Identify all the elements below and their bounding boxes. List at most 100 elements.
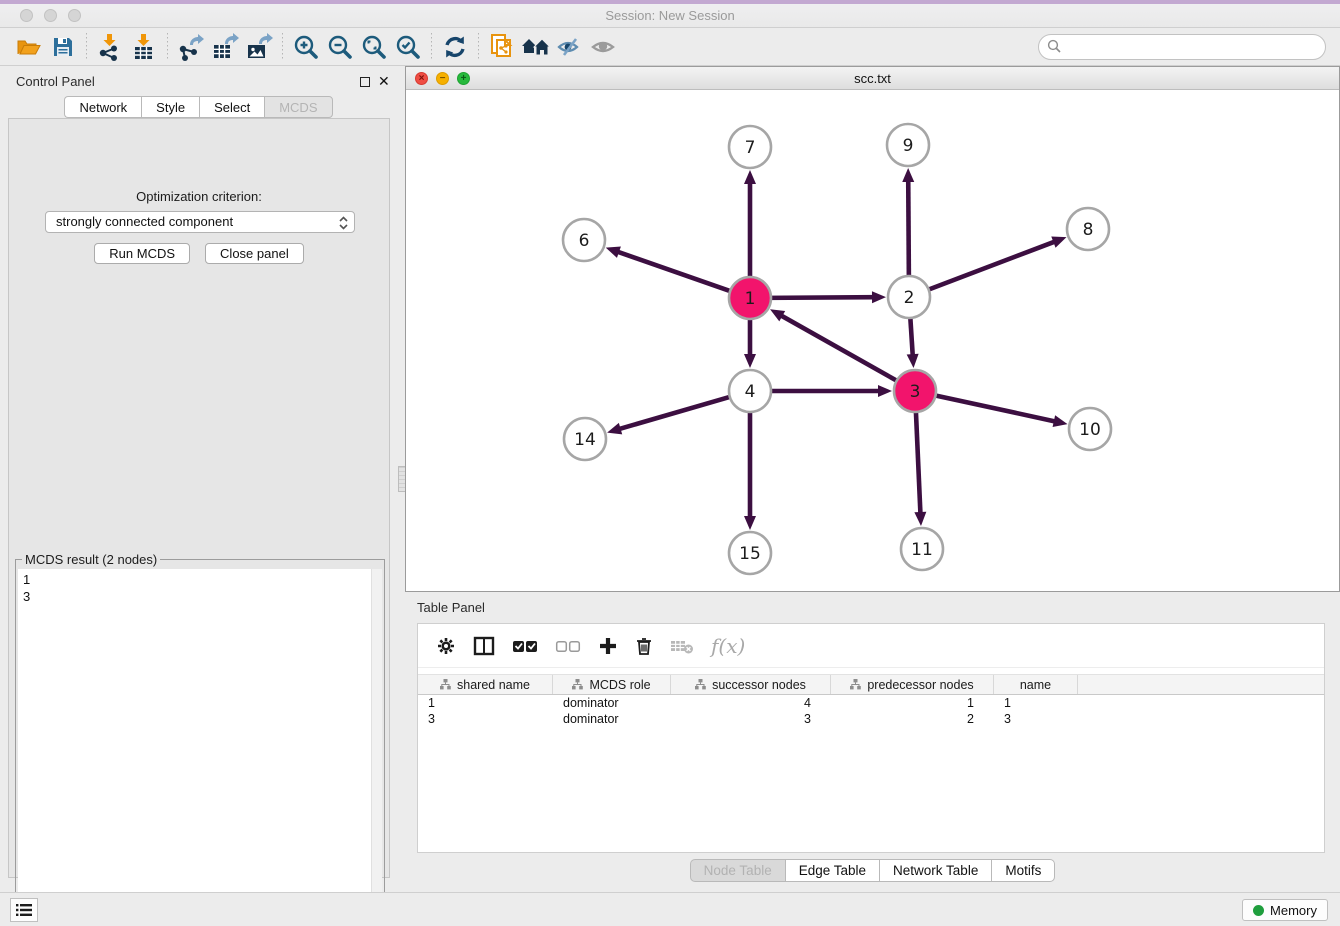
network-canvas-svg[interactable]: 7968124314101511 — [406, 91, 1339, 591]
tab-edge-table[interactable]: Edge Table — [785, 859, 879, 882]
export-table-button[interactable] — [208, 32, 242, 62]
node-table: shared nameMCDS role successor nodes prede… — [418, 674, 1324, 727]
graph-edge-3-1[interactable] — [780, 315, 899, 382]
tab-select[interactable]: Select — [199, 96, 264, 118]
run-mcds-button[interactable]: Run MCDS — [94, 243, 190, 264]
table-content: f(x) shared nameMCDS role successor nodes… — [417, 623, 1325, 853]
table-cell: 3 — [671, 711, 831, 727]
toolbar-separator — [86, 33, 87, 61]
graph-node-label: 6 — [579, 231, 590, 251]
refresh-layout-button[interactable] — [438, 32, 472, 62]
table-panel: Table Panel ✕ — [405, 595, 1340, 888]
graph-edge-arrowhead — [878, 385, 892, 397]
delete-table-icon[interactable] — [670, 637, 694, 655]
function-builder-icon[interactable]: f(x) — [711, 634, 745, 658]
column-settings-icon[interactable] — [436, 636, 456, 656]
table-cell: 3 — [418, 711, 553, 727]
network-window-titlebar[interactable]: × − + scc.txt — [406, 67, 1339, 90]
table-row[interactable]: 3dominator323 — [418, 711, 1324, 727]
save-icon — [52, 35, 74, 59]
table-cell: dominator — [553, 695, 671, 711]
graph-node-label: 8 — [1083, 220, 1094, 240]
delete-column-icon[interactable] — [635, 636, 653, 656]
open-file-button[interactable] — [12, 32, 46, 62]
hide-selected-button[interactable] — [553, 32, 587, 62]
zoom-in-icon — [293, 34, 319, 60]
export-image-button[interactable] — [242, 32, 276, 62]
search-box — [1038, 34, 1326, 60]
optimization-criterion-dropdown[interactable]: strongly connected component — [45, 211, 355, 233]
select-all-rows-icon[interactable] — [512, 637, 538, 655]
dropdown-value: strongly connected component — [56, 214, 233, 229]
graph-edge-arrowhead — [914, 512, 926, 526]
graph-node-label: 15 — [739, 544, 761, 564]
table-cell: dominator — [553, 711, 671, 727]
clone-network-button[interactable] — [485, 32, 519, 62]
graph-edge-4-14[interactable] — [619, 396, 733, 429]
houses-icon — [521, 35, 551, 59]
import-network-button[interactable] — [93, 32, 127, 62]
close-panel-icon[interactable]: ✕ — [378, 74, 390, 88]
eye-icon — [590, 35, 618, 59]
tab-node-table[interactable]: Node Table — [690, 859, 785, 882]
table-row[interactable]: 1dominator411 — [418, 695, 1324, 711]
tab-network-table[interactable]: Network Table — [879, 859, 991, 882]
graph-edge-arrowhead — [907, 354, 919, 368]
column-header-name[interactable]: name — [994, 675, 1078, 694]
column-layout-icon[interactable] — [473, 636, 495, 656]
export-network-button[interactable] — [174, 32, 208, 62]
tab-network[interactable]: Network — [64, 96, 141, 118]
graph-edge-1-6[interactable] — [617, 252, 733, 293]
task-history-button[interactable] — [10, 898, 38, 922]
graph-edge-2-8[interactable] — [926, 241, 1055, 290]
tab-mcds[interactable]: MCDS — [264, 96, 332, 118]
graph-edge-arrowhead — [872, 291, 886, 303]
zoom-fit-button[interactable] — [357, 32, 391, 62]
graph-node-label: 7 — [745, 138, 756, 158]
search-input[interactable] — [1062, 37, 1325, 57]
table-cell: 1 — [831, 695, 994, 711]
tab-style[interactable]: Style — [141, 96, 199, 118]
graph-node-label: 9 — [903, 136, 914, 156]
graph-edge-3-11[interactable] — [916, 409, 921, 514]
show-selected-button[interactable] — [587, 32, 621, 62]
toolbar-separator — [431, 33, 432, 61]
graph-edge-3-10[interactable] — [933, 395, 1056, 422]
float-panel-icon[interactable] — [360, 77, 370, 87]
column-sort-icon — [572, 679, 583, 690]
tab-motifs[interactable]: Motifs — [991, 859, 1055, 882]
save-session-button[interactable] — [46, 32, 80, 62]
memory-button[interactable]: Memory — [1242, 899, 1328, 921]
zoom-selected-button[interactable] — [391, 32, 425, 62]
control-panel: Control Panel ✕ NetworkStyleSelectMCDS O… — [0, 66, 397, 880]
zoom-in-button[interactable] — [289, 32, 323, 62]
table-header-row: shared nameMCDS role successor nodes prede… — [418, 674, 1324, 695]
graph-node-label: 2 — [904, 288, 915, 308]
table-cell: 1 — [994, 695, 1078, 711]
zoom-selected-icon — [395, 34, 421, 60]
column-header-predecessor-nodes[interactable]: predecessor nodes — [831, 675, 994, 694]
eye-slash-icon — [556, 35, 584, 59]
deselect-all-rows-icon[interactable] — [555, 637, 581, 655]
show-all-networks-button[interactable] — [519, 32, 553, 62]
column-header-successor-nodes[interactable]: successor nodes — [671, 675, 831, 694]
zoom-out-button[interactable] — [323, 32, 357, 62]
network-view-window: × − + scc.txt 7968124314101511 — [405, 66, 1340, 592]
close-panel-button[interactable]: Close panel — [205, 243, 304, 264]
graph-edge-arrowhead — [606, 247, 621, 258]
column-header-shared-name[interactable]: shared name — [418, 675, 553, 694]
mcds-result-groupbox: MCDS result (2 nodes) 1 3 — [15, 559, 385, 926]
graph-edge-2-3[interactable] — [910, 315, 913, 356]
result-scrollbar[interactable] — [371, 569, 382, 926]
add-column-icon[interactable] — [598, 636, 618, 656]
import-table-button[interactable] — [127, 32, 161, 62]
mcds-result-textarea[interactable]: 1 3 — [18, 569, 382, 926]
open-folder-icon — [16, 35, 42, 59]
zoom-out-icon — [327, 34, 353, 60]
optimization-criterion-label: Optimization criterion: — [9, 189, 389, 204]
graph-edge-1-2[interactable] — [768, 297, 874, 298]
graph-edge-2-9[interactable] — [908, 180, 909, 279]
column-header-MCDS-role[interactable]: MCDS role — [553, 675, 671, 694]
column-header-label: successor nodes — [712, 678, 806, 692]
table-toolbar: f(x) — [418, 624, 1324, 668]
